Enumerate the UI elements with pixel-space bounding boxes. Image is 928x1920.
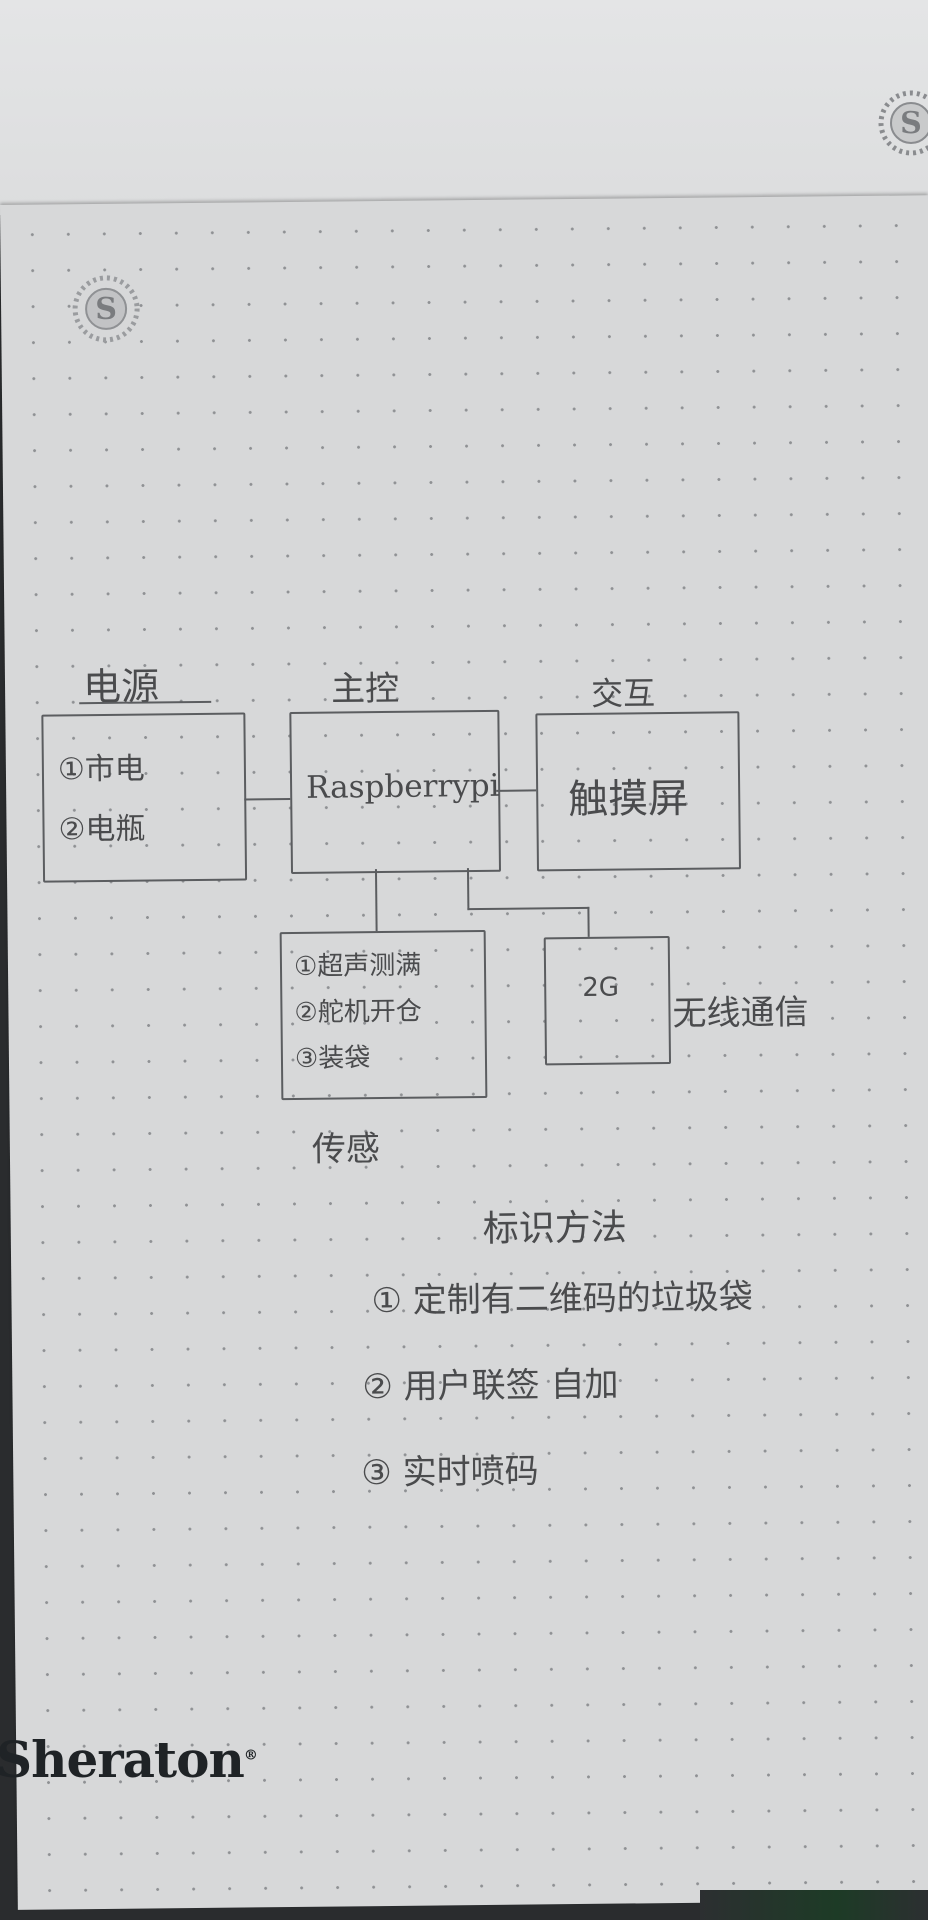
method-item-2: ② 用户联签 自加 [362,1364,619,1408]
sensor-box: ①超声测满 ②舵机开仓 ③装袋 [279,929,488,1101]
touchscreen-label: 触摸屏 [568,775,689,824]
controller-to-wireless-line-v2 [587,906,590,937]
brand-name: Sheraton [0,1730,245,1789]
sheraton-seal-logo: S [69,272,144,347]
wireless-label: 2G [582,972,620,1003]
methods-title: 标识方法 [482,1207,627,1250]
notepad-top-sheet [0,0,928,215]
controller-to-wireless-line-v1 [466,868,470,911]
sheraton-seal-logo-top: S [874,86,928,160]
seal-letter: S [900,105,922,141]
sensor-item-3: ③装袋 [294,1043,371,1074]
power-box: ①市电 ②电瓶 [41,712,248,883]
sensor-item-1: ①超声测满 [293,950,422,982]
interaction-title: 交互 [590,674,656,713]
method-item-1: ① 定制有二维码的垃圾袋 [371,1277,753,1322]
sensor-title: 传感 [311,1129,381,1170]
desk-surface-corner [700,1890,928,1920]
touchscreen-box: 触摸屏 [535,711,741,872]
sensor-item-2: ②舵机开仓 [294,996,422,1028]
power-to-controller-line [244,797,291,801]
controller-box: Raspberrypi [289,709,502,874]
notepad-page: S 电源 ①市电 ②电瓶 主控 Raspberrypi 交互 触摸屏 ①超声测满… [0,195,928,1910]
method-item-3: ③ 实时喷码 [361,1451,539,1494]
wireless-box: 2G [543,936,672,1066]
power-item-2: ②电瓶 [58,811,146,848]
seal-letter: S [95,291,118,327]
controller-to-screen-line [496,789,537,792]
registered-mark: ® [243,1747,258,1764]
sheraton-brand-logo: Sheraton® [0,1730,258,1789]
controller-to-wireless-line-h [467,906,590,911]
power-item-1: ①市电 [57,751,146,788]
controller-to-sensor-line [374,869,378,932]
controller-title: 主控 [330,668,400,710]
wireless-title: 无线通信 [672,992,809,1035]
controller-label: Raspberrypi [305,767,500,806]
